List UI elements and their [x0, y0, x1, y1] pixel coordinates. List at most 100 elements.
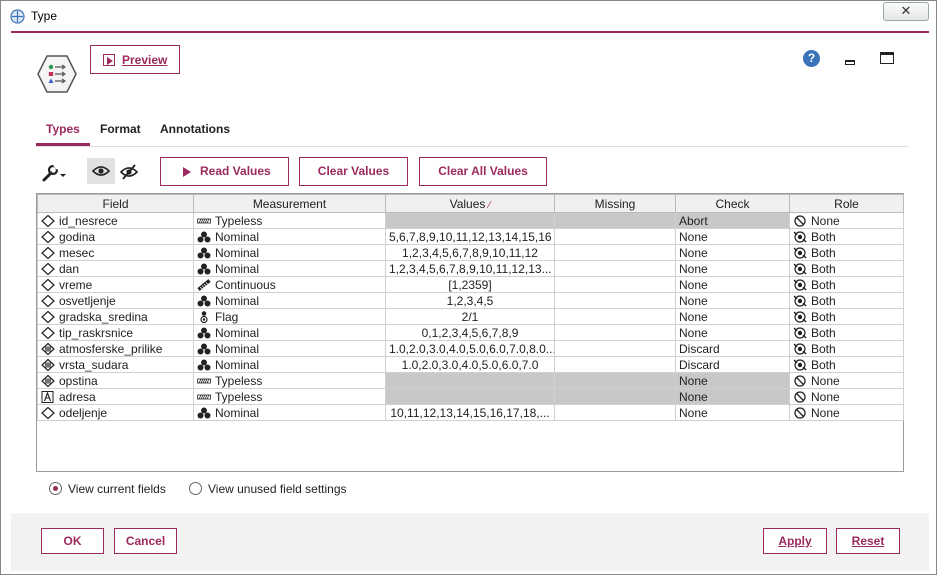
read-values-button[interactable]: Read Values [160, 157, 289, 186]
values-cell[interactable]: 1.0,2.0,3.0,4.0,5.0,6.0,7.0,8.0... [385, 340, 555, 357]
table-row[interactable]: adresa Typeless None None [37, 388, 904, 405]
values-cell[interactable] [385, 212, 555, 229]
role-cell[interactable]: Both [789, 324, 904, 341]
role-cell[interactable]: Both [789, 340, 904, 357]
table-row[interactable]: opstina Typeless None None [37, 372, 904, 389]
check-cell[interactable]: Discard [675, 340, 790, 357]
check-cell[interactable]: None [675, 276, 790, 293]
missing-cell[interactable] [554, 372, 676, 389]
field-cell[interactable]: tip_raskrsnice [37, 324, 194, 341]
field-cell[interactable]: adresa [37, 388, 194, 405]
missing-cell[interactable] [554, 292, 676, 309]
tab-types[interactable]: Types [46, 122, 80, 136]
missing-cell[interactable] [554, 308, 676, 325]
role-cell[interactable]: Both [789, 308, 904, 325]
show-fields-toggle[interactable] [87, 158, 115, 184]
clear-values-button[interactable]: Clear Values [299, 157, 408, 186]
values-cell[interactable] [385, 372, 555, 389]
table-row[interactable]: mesec Nominal 1,2,3,4,5,6,7,8,9,10,11,12 No… [37, 244, 904, 261]
table-row[interactable]: vreme Continuous [1,2359] None Both [37, 276, 904, 293]
check-cell[interactable]: Abort [675, 212, 790, 229]
role-cell[interactable]: None [789, 404, 904, 421]
field-cell[interactable]: opstina [37, 372, 194, 389]
field-cell[interactable]: dan [37, 260, 194, 277]
role-cell[interactable]: Both [789, 356, 904, 373]
check-cell[interactable]: None [675, 324, 790, 341]
tab-annotations[interactable]: Annotations [160, 122, 230, 136]
role-cell[interactable]: Both [789, 228, 904, 245]
column-header-missing[interactable]: Missing [554, 194, 676, 213]
measurement-cell[interactable]: Flag [193, 308, 386, 325]
minimize-icon[interactable] [845, 60, 855, 65]
wrench-menu-icon[interactable] [41, 163, 69, 183]
measurement-cell[interactable]: Nominal [193, 228, 386, 245]
column-header-check[interactable]: Check [675, 194, 790, 213]
field-cell[interactable]: osvetljenje [37, 292, 194, 309]
field-cell[interactable]: mesec [37, 244, 194, 261]
missing-cell[interactable] [554, 404, 676, 421]
preview-button[interactable]: Preview [90, 45, 180, 74]
role-cell[interactable]: Both [789, 260, 904, 277]
table-row[interactable]: id_nesrece Typeless Abort None [37, 212, 904, 229]
measurement-cell[interactable]: Nominal [193, 340, 386, 357]
field-cell[interactable]: odeljenje [37, 404, 194, 421]
role-cell[interactable]: None [789, 212, 904, 229]
missing-cell[interactable] [554, 324, 676, 341]
check-cell[interactable]: None [675, 388, 790, 405]
role-cell[interactable]: Both [789, 244, 904, 261]
table-row[interactable]: vrsta_sudara Nominal 1.0,2.0,3.0,4.0,5.0,6… [37, 356, 904, 373]
measurement-cell[interactable]: Nominal [193, 260, 386, 277]
missing-cell[interactable] [554, 276, 676, 293]
measurement-cell[interactable]: Nominal [193, 356, 386, 373]
measurement-cell[interactable]: Typeless [193, 372, 386, 389]
field-cell[interactable]: gradska_sredina [37, 308, 194, 325]
table-row[interactable]: gradska_sredina Flag 2/1 None Both [37, 308, 904, 325]
measurement-cell[interactable]: Typeless [193, 212, 386, 229]
missing-cell[interactable] [554, 212, 676, 229]
check-cell[interactable]: None [675, 244, 790, 261]
ok-button[interactable]: OK [41, 528, 104, 554]
check-cell[interactable]: Discard [675, 356, 790, 373]
clear-all-values-button[interactable]: Clear All Values [419, 157, 547, 186]
missing-cell[interactable] [554, 228, 676, 245]
measurement-cell[interactable]: Nominal [193, 244, 386, 261]
values-cell[interactable]: 1,2,3,4,5 [385, 292, 555, 309]
apply-button[interactable]: Apply [763, 528, 827, 554]
role-cell[interactable]: Both [789, 276, 904, 293]
missing-cell[interactable] [554, 244, 676, 261]
check-cell[interactable]: None [675, 404, 790, 421]
values-cell[interactable]: 1.0,2.0,3.0,4.0,5.0,6.0,7.0 [385, 356, 555, 373]
measurement-cell[interactable]: Typeless [193, 388, 386, 405]
missing-cell[interactable] [554, 356, 676, 373]
reset-button[interactable]: Reset [836, 528, 900, 554]
check-cell[interactable]: None [675, 372, 790, 389]
eye-off-icon[interactable] [119, 164, 139, 180]
check-cell[interactable]: None [675, 228, 790, 245]
missing-cell[interactable] [554, 340, 676, 357]
values-cell[interactable]: 2/1 [385, 308, 555, 325]
role-cell[interactable]: None [789, 372, 904, 389]
values-cell[interactable]: [1,2359] [385, 276, 555, 293]
missing-cell[interactable] [554, 260, 676, 277]
column-header-values[interactable]: Values ⁄ [385, 194, 555, 213]
close-button[interactable]: ✕ [883, 2, 929, 21]
table-row[interactable]: osvetljenje Nominal 1,2,3,4,5 None Both [37, 292, 904, 309]
missing-cell[interactable] [554, 388, 676, 405]
check-cell[interactable]: None [675, 308, 790, 325]
measurement-cell[interactable]: Nominal [193, 292, 386, 309]
values-cell[interactable]: 1,2,3,4,5,6,7,8,9,10,11,12 [385, 244, 555, 261]
column-header-measurement[interactable]: Measurement [193, 194, 386, 213]
column-header-field[interactable]: Field [37, 194, 194, 213]
field-cell[interactable]: godina [37, 228, 194, 245]
check-cell[interactable]: None [675, 260, 790, 277]
values-cell[interactable] [385, 388, 555, 405]
values-cell[interactable]: 5,6,7,8,9,10,11,12,13,14,15,16 [385, 228, 555, 245]
maximize-icon[interactable] [880, 52, 894, 64]
role-cell[interactable]: Both [789, 292, 904, 309]
role-cell[interactable]: None [789, 388, 904, 405]
help-icon[interactable]: ? [803, 50, 820, 67]
measurement-cell[interactable]: Nominal [193, 404, 386, 421]
table-row[interactable]: godina Nominal 5,6,7,8,9,10,11,12,13,14,15… [37, 228, 904, 245]
cancel-button[interactable]: Cancel [114, 528, 177, 554]
measurement-cell[interactable]: Nominal [193, 324, 386, 341]
